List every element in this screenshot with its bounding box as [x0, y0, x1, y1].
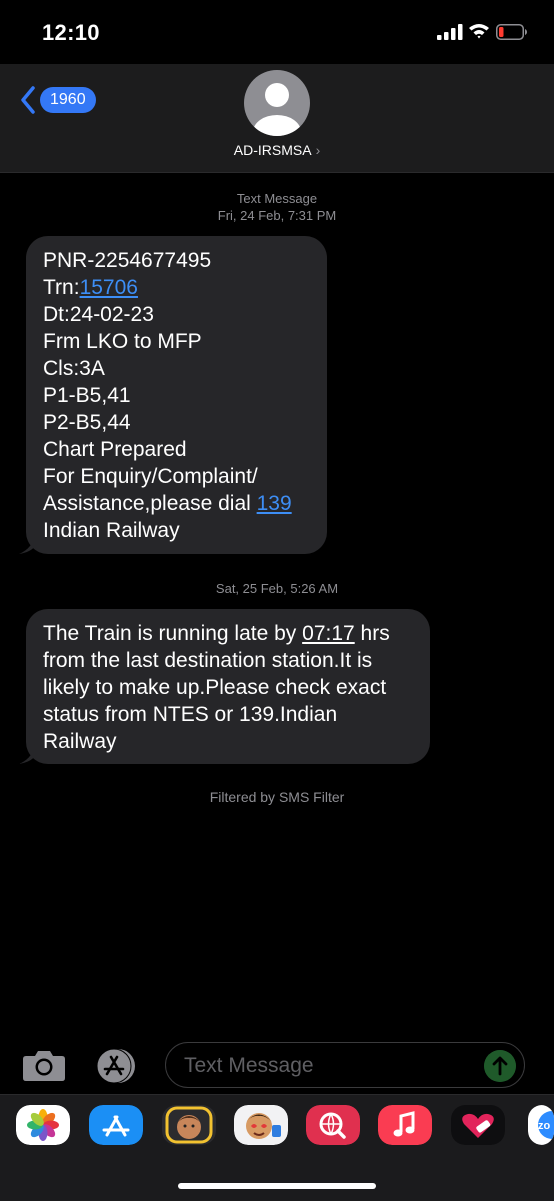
- status-bar: 12:10: [0, 0, 554, 64]
- contact-name-button[interactable]: AD-IRSMSA ›: [0, 142, 554, 158]
- send-arrow-icon[interactable]: [484, 1050, 516, 1082]
- svg-text:zo: zo: [538, 1120, 551, 1132]
- enquiry-text: For Enquiry/Complaint/: [43, 465, 258, 488]
- message-timestamp: Text Message Fri, 24 Feb, 7:31 PM: [0, 190, 554, 224]
- message-composer: Text Message: [0, 1040, 554, 1092]
- contact-name: AD-IRSMSA: [233, 142, 312, 158]
- music-icon[interactable]: [378, 1105, 432, 1145]
- web-search-icon[interactable]: [306, 1105, 360, 1145]
- train-label: Trn:: [43, 276, 80, 299]
- passenger-2-text: P2-B5,44: [43, 411, 131, 434]
- delay-time[interactable]: 07:17: [302, 622, 355, 645]
- message-date: Fri, 24 Feb, 7:31 PM: [217, 208, 337, 223]
- train-number-link[interactable]: 15706: [80, 276, 138, 299]
- home-indicator[interactable]: [178, 1183, 376, 1189]
- camera-icon[interactable]: [22, 1048, 66, 1082]
- message-line: status from NTES or 139.Indian: [43, 703, 338, 726]
- message-type-label: Text Message: [236, 191, 318, 206]
- passenger-1-text: P1-B5,41: [43, 384, 131, 407]
- message-date: Sat, 25 Feb, 5:26 AM: [215, 581, 339, 596]
- route-text: Frm LKO to MFP: [43, 330, 202, 353]
- class-text: Cls:3A: [43, 357, 105, 380]
- chevron-left-icon: [21, 86, 35, 114]
- app-store-drawer-icon[interactable]: [94, 1046, 140, 1086]
- chevron-right-icon: ›: [315, 142, 321, 158]
- contact-avatar[interactable]: [244, 70, 310, 136]
- delay-text: The Train is running late by: [43, 622, 303, 645]
- cellular-signal-icon: [437, 24, 463, 40]
- message-timestamp: Sat, 25 Feb, 5:26 AM: [0, 580, 554, 597]
- person-placeholder-icon: [253, 83, 301, 136]
- message-input-placeholder: Text Message: [184, 1054, 314, 1077]
- signature-text: Indian Railway: [43, 519, 180, 542]
- assistance-text: Assistance,please dial: [43, 492, 257, 515]
- message-line: Railway: [43, 730, 117, 753]
- unread-count-badge: 1960: [40, 87, 96, 113]
- memoji-stickers-icon[interactable]: [234, 1105, 288, 1145]
- sms-filter-label: Filtered by SMS Filter: [209, 789, 345, 805]
- heart-stickers-icon[interactable]: [451, 1105, 505, 1145]
- incoming-message-bubble[interactable]: PNR-2254677495 Trn:15706 Dt:24-02-23 Frm…: [19, 236, 327, 554]
- journey-date-text: Dt:24-02-23: [43, 303, 154, 326]
- zoom-icon[interactable]: zo: [528, 1105, 554, 1145]
- bubble-tail: [19, 744, 35, 764]
- bubble-tail: [19, 534, 35, 554]
- photos-icon[interactable]: [16, 1105, 70, 1145]
- message-line: likely to make up.Please check exact: [43, 676, 387, 699]
- battery-low-icon: [496, 24, 527, 40]
- app-store-icon[interactable]: [89, 1105, 143, 1145]
- memoji-icon[interactable]: [162, 1105, 216, 1145]
- phone-number-link[interactable]: 139: [257, 492, 292, 515]
- message-input[interactable]: Text Message: [165, 1042, 525, 1088]
- delay-unit: hrs: [354, 622, 390, 645]
- conversation-header: 1960 AD-IRSMSA ›: [0, 64, 554, 173]
- chart-status-text: Chart Prepared: [43, 438, 187, 461]
- wifi-icon: [469, 24, 489, 39]
- incoming-message-bubble[interactable]: The Train is running late by 07:17 hrs f…: [19, 609, 430, 764]
- back-button[interactable]: 1960: [20, 86, 96, 114]
- message-line: from the last destination station.It is: [43, 649, 373, 672]
- clock: 12:10: [42, 20, 100, 45]
- pnr-text: PNR-2254677495: [43, 249, 212, 272]
